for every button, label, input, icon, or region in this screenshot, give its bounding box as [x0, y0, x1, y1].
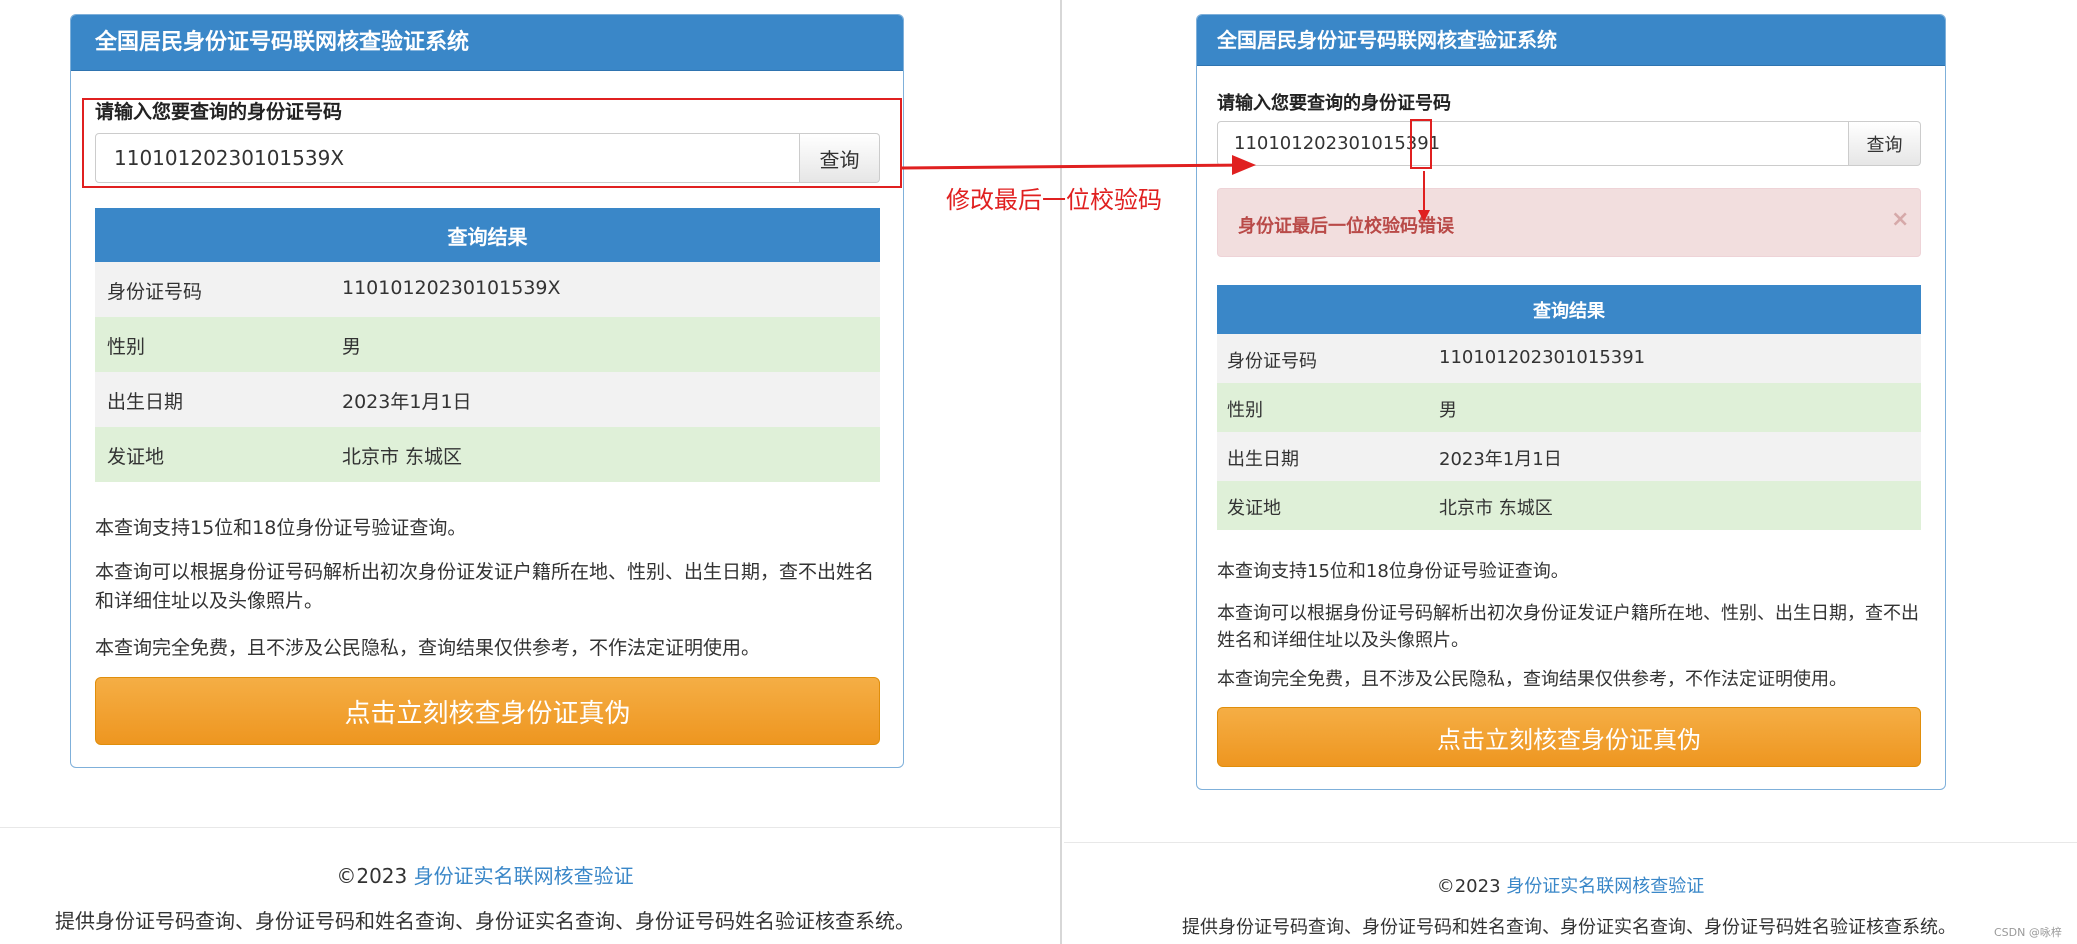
query-button-label: 查询 [1866, 134, 1903, 156]
close-icon[interactable]: × [1891, 207, 1909, 232]
page-title: 全国居民身份证号码联网核查验证系统 [95, 30, 470, 55]
row-label: 身份证号码 [1227, 351, 1317, 372]
copyright-text: ©2023 [336, 864, 408, 888]
table-row: 性别 男 [1217, 383, 1921, 432]
row-label: 出生日期 [1227, 449, 1299, 470]
watermark: CSDN @咏梓 [1994, 926, 2062, 939]
query-button[interactable]: 查询 [1849, 121, 1921, 166]
row-value: 11010120230101539X [342, 277, 561, 299]
table-row: 出生日期 2023年1月1日 [1217, 432, 1921, 481]
card-header: 全国居民身份证号码联网核查验证系统 [1197, 15, 1945, 66]
footer-copyright: ©2023 身份证实名联网核查验证 [0, 860, 970, 889]
table-row: 身份证号码 110101202301015391 [1217, 334, 1921, 383]
row-label: 身份证号码 [107, 281, 203, 303]
row-value: 110101202301015391 [1439, 347, 1646, 368]
footer-link[interactable]: 身份证实名联网核查验证 [414, 864, 634, 888]
row-value: 2023年1月1日 [342, 391, 472, 413]
verify-button[interactable]: 点击立刻核查身份证真伪 [95, 677, 880, 745]
verify-button-label: 点击立刻核查身份证真伪 [344, 698, 631, 729]
table-row: 发证地 北京市 东城区 [1217, 481, 1921, 530]
right-screenshot-pane: 全国居民身份证号码联网核查验证系统 请输入您要查询的身份证号码 查询 身份证最后… [1064, 0, 2077, 944]
page-title: 全国居民身份证号码联网核查验证系统 [1217, 28, 1557, 52]
row-value: 北京市 东城区 [342, 446, 463, 468]
result-header: 查询结果 [95, 208, 880, 262]
annotation-text: 修改最后一位校验码 [946, 186, 1162, 214]
info-note: 本查询完全免费，且不涉及公民隐私，查询结果仅供参考，不作法定证明使用。 [1217, 669, 1847, 690]
footer-description: 提供身份证号码查询、身份证号码和姓名查询、身份证实名查询、身份证号码姓名验证核查… [55, 909, 915, 933]
info-note: 本查询支持15位和18位身份证号验证查询。 [95, 517, 467, 539]
row-value: 2023年1月1日 [1439, 449, 1562, 470]
result-title: 查询结果 [1533, 300, 1605, 322]
row-value: 男 [342, 336, 362, 358]
verify-button[interactable]: 点击立刻核查身份证真伪 [1217, 707, 1921, 767]
left-screenshot-pane: 全国居民身份证号码联网核查验证系统 请输入您要查询的身份证号码 查询 查询结果 … [0, 0, 1062, 944]
row-value: 男 [1439, 400, 1457, 421]
footer-link[interactable]: 身份证实名联网核查验证 [1506, 876, 1704, 897]
table-row: 出生日期 2023年1月1日 [95, 372, 880, 427]
result-header: 查询结果 [1217, 285, 1921, 334]
highlight-box [1410, 119, 1432, 169]
query-card: 全国居民身份证号码联网核查验证系统 请输入您要查询的身份证号码 查询 身份证最后… [1196, 14, 1946, 790]
result-title: 查询结果 [447, 224, 528, 249]
row-label: 性别 [1227, 400, 1263, 421]
error-alert: 身份证最后一位校验码错误 × [1217, 188, 1921, 257]
input-label: 请输入您要查询的身份证号码 [1217, 93, 1451, 114]
copyright-text: ©2023 [1436, 876, 1501, 897]
footer-description: 提供身份证号码查询、身份证号码和姓名查询、身份证实名查询、身份证号码姓名验证核查… [1182, 917, 1956, 938]
info-note: 本查询可以根据身份证号码解析出初次身份证发证户籍所在地、性别、出生日期，查不出姓… [1217, 603, 1919, 651]
row-label: 发证地 [107, 446, 165, 468]
row-label: 性别 [107, 336, 146, 358]
info-note: 本查询支持15位和18位身份证号验证查询。 [1217, 561, 1569, 582]
verify-button-label: 点击立刻核查身份证真伪 [1437, 725, 1701, 754]
footer-divider [1064, 842, 2077, 843]
info-note: 本查询完全免费，且不涉及公民隐私，查询结果仅供参考，不作法定证明使用。 [95, 637, 761, 659]
footer-divider [0, 827, 1060, 828]
footer-copyright: ©2023 身份证实名联网核查验证 [1064, 872, 2077, 898]
card-header: 全国居民身份证号码联网核查验证系统 [71, 15, 903, 71]
row-value: 北京市 东城区 [1439, 498, 1553, 519]
row-label: 发证地 [1227, 498, 1281, 519]
row-label: 出生日期 [107, 391, 184, 413]
highlight-box [82, 98, 902, 188]
id-number-input[interactable] [1217, 121, 1849, 166]
error-message: 身份证最后一位校验码错误 [1238, 216, 1454, 237]
table-row: 性别 男 [95, 317, 880, 372]
table-row: 身份证号码 11010120230101539X [95, 262, 880, 317]
table-row: 发证地 北京市 东城区 [95, 427, 880, 482]
info-note: 本查询可以根据身份证号码解析出初次身份证发证户籍所在地、性别、出生日期，查不出姓… [95, 561, 875, 612]
